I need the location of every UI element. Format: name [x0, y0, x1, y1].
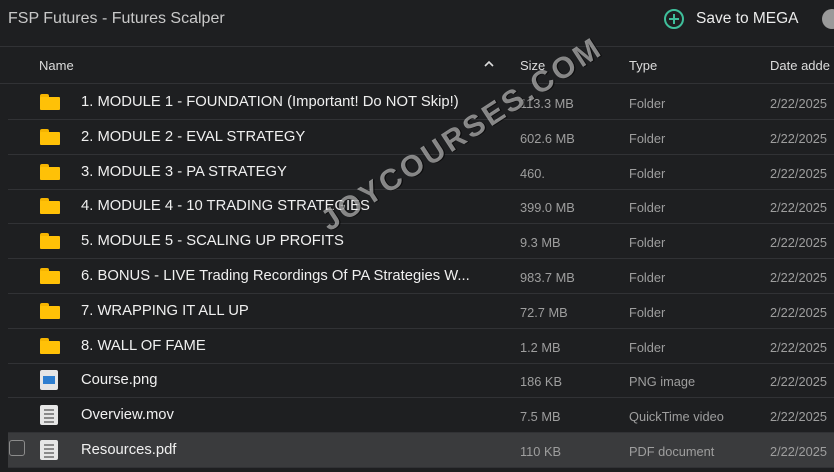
file-name: 1. MODULE 1 - FOUNDATION (Important! Do …: [81, 94, 459, 110]
folder-icon: [40, 337, 60, 354]
page-title: FSP Futures - Futures Scalper: [8, 10, 225, 27]
file-type: Folder: [629, 165, 666, 181]
folder-icon: [40, 302, 60, 319]
date-added: 2/22/2025: [770, 165, 827, 181]
folder-icon: [40, 233, 60, 250]
date-added: 2/22/2025: [770, 374, 827, 390]
column-header-size[interactable]: Size: [520, 58, 545, 73]
table-row[interactable]: 7. WRAPPING IT ALL UP 72.7 MB Folder 2/22/2…: [8, 294, 834, 329]
file-size: 7.5 MB: [520, 409, 561, 425]
file-size: 1.2 MB: [520, 339, 561, 355]
date-added: 2/22/2025: [770, 409, 827, 425]
table-row[interactable]: 6. BONUS - LIVE Trading Recordings Of PA…: [8, 259, 834, 294]
save-to-mega-button[interactable]: Save to MEGA: [664, 6, 799, 32]
file-size: 9.3 MB: [520, 235, 561, 251]
table-row[interactable]: 2. MODULE 2 - EVAL STRATEGY 602.6 MB Folde…: [8, 120, 834, 155]
save-to-mega-label: Save to MEGA: [696, 10, 799, 27]
file-name: 8. WALL OF FAME: [81, 337, 206, 354]
file-name: Course.png: [81, 372, 158, 389]
file-type: Folder: [629, 200, 666, 216]
file-name: 4. MODULE 4 - 10 TRADING STRATEGIES: [81, 198, 370, 215]
folder-icon: [40, 94, 60, 110]
top-bar: FSP Futures - Futures Scalper Save to ME…: [0, 0, 834, 44]
column-header-type[interactable]: Type: [629, 58, 657, 73]
file-type: Folder: [629, 339, 666, 355]
file-type: Folder: [629, 96, 666, 111]
folder-icon: [40, 268, 60, 284]
date-added: 2/22/2025: [770, 96, 827, 111]
file-size: 113.3 MB: [520, 96, 574, 111]
sort-ascending-icon[interactable]: [484, 60, 494, 68]
date-added: 2/22/2025: [770, 270, 827, 285]
plus-circle-icon: [664, 9, 684, 29]
file-size: 110 KB: [520, 444, 562, 459]
file-name: 5. MODULE 5 - SCALING UP PROFITS: [81, 233, 344, 250]
file-size: 983.7 MB: [520, 270, 575, 285]
file-name: 6. BONUS - LIVE Trading Recordings Of PA…: [81, 268, 470, 284]
date-added: 2/22/2025: [770, 444, 827, 459]
file-size: 460.: [520, 165, 545, 181]
row-checkbox[interactable]: [9, 440, 25, 456]
image-file-icon: [40, 370, 58, 391]
table-row[interactable]: 3. MODULE 3 - PA STRATEGY 460. Folder 2/22/…: [8, 155, 834, 190]
pdf-file-icon: [40, 440, 58, 460]
file-name: 7. WRAPPING IT ALL UP: [81, 302, 249, 319]
file-type: PNG image: [629, 374, 696, 390]
file-name: 3. MODULE 3 - PA STRATEGY: [81, 163, 287, 180]
file-size: 186 KB: [520, 374, 562, 390]
table-row[interactable]: 5. MODULE 5 - SCALING UP PROFITS 9.3 MB Fo…: [8, 224, 834, 260]
table-row[interactable]: Resources.pdf 110 KB PDF document 2/22/2025: [8, 433, 834, 468]
folder-icon: [40, 198, 60, 215]
file-type: Folder: [629, 130, 666, 146]
date-added: 2/22/2025: [770, 304, 827, 320]
date-added: 2/22/2025: [770, 200, 827, 216]
file-name: 2. MODULE 2 - EVAL STRATEGY: [81, 128, 306, 145]
table-row[interactable]: Course.png 186 KB PNG image 2/22/2025: [8, 363, 834, 399]
column-header-date[interactable]: Date adde: [770, 58, 830, 73]
file-name: Overview.mov: [81, 407, 174, 424]
menu-icon[interactable]: [822, 9, 834, 29]
file-name: Resources.pdf: [81, 442, 177, 458]
date-added: 2/22/2025: [770, 339, 827, 355]
table-header: Name Size Type Date adde: [0, 46, 834, 84]
file-type: Folder: [629, 304, 666, 320]
file-size: 399.0 MB: [520, 200, 575, 216]
file-type: Folder: [629, 270, 666, 285]
date-added: 2/22/2025: [770, 235, 827, 251]
table-row[interactable]: 4. MODULE 4 - 10 TRADING STRATEGIES 399.0…: [8, 189, 834, 225]
file-type: Folder: [629, 235, 666, 251]
file-size: 72.7 MB: [520, 304, 568, 320]
video-file-icon: [40, 405, 58, 426]
table-row[interactable]: 8. WALL OF FAME 1.2 MB Folder 2/22/2025: [8, 329, 834, 364]
folder-icon: [40, 128, 60, 145]
column-header-name[interactable]: Name: [39, 58, 74, 73]
table-row[interactable]: 1. MODULE 1 - FOUNDATION (Important! Do …: [8, 85, 834, 120]
table-row[interactable]: Overview.mov 7.5 MB QuickTime video 2/22/20…: [8, 398, 834, 434]
date-added: 2/22/2025: [770, 130, 827, 146]
file-size: 602.6 MB: [520, 130, 575, 146]
file-type: PDF document: [629, 444, 715, 459]
folder-icon: [40, 163, 60, 180]
file-type: QuickTime video: [629, 409, 724, 425]
